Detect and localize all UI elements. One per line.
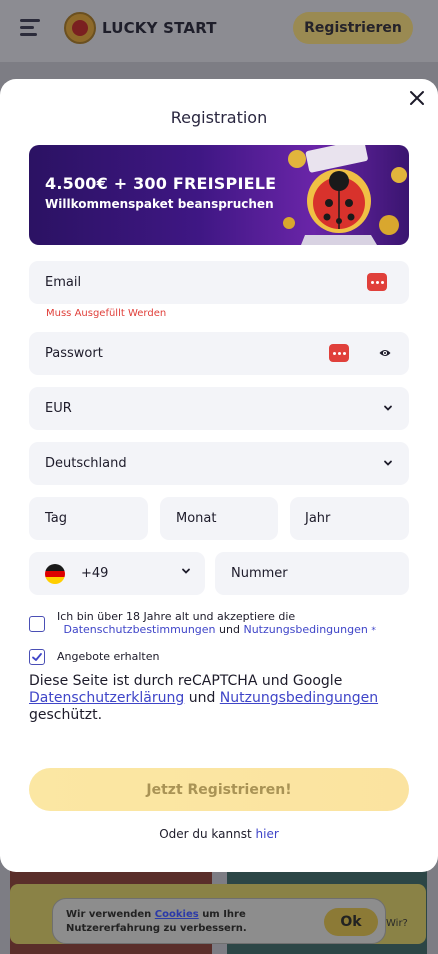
password-placeholder: Passwort bbox=[45, 346, 103, 361]
privacy-policy-link[interactable]: Datenschutzbestimmungen bbox=[64, 623, 216, 636]
terms-label: Ich bin über 18 Jahre alt und akzeptiere… bbox=[57, 610, 296, 623]
recaptcha-prefix: Diese Seite ist durch reCAPTCHA und Goog… bbox=[29, 673, 343, 689]
registration-modal: Registration 4.500€ + 300 FREISPIELE Wil… bbox=[0, 79, 438, 872]
cookie-link[interactable]: Cookies bbox=[155, 909, 199, 920]
logo-ladybug-icon bbox=[64, 12, 96, 44]
password-manager-icon[interactable] bbox=[329, 344, 349, 362]
birth-year-placeholder: Jahr bbox=[305, 511, 331, 526]
germany-flag-icon bbox=[45, 564, 65, 584]
terms-text: Ich bin über 18 Jahre alt und akzeptiere… bbox=[57, 610, 407, 638]
cookie-text-before: Wir verwenden bbox=[66, 909, 152, 920]
welcome-banner[interactable]: 4.500€ + 300 FREISPIELE Willkommenspaket… bbox=[29, 145, 409, 245]
birth-year-field[interactable]: Jahr bbox=[290, 497, 409, 540]
chevron-down-icon bbox=[384, 405, 392, 411]
recaptcha-and: und bbox=[188, 690, 216, 706]
checkmark-icon bbox=[32, 653, 42, 661]
birth-day-placeholder: Tag bbox=[45, 511, 68, 526]
chevron-down-icon bbox=[182, 568, 190, 574]
cookie-side-text: Wir? bbox=[386, 918, 408, 929]
banner-ladybug-art bbox=[283, 145, 407, 245]
email-error: Muss Ausgefüllt Werden bbox=[46, 308, 167, 319]
password-field[interactable]: Passwort bbox=[29, 332, 409, 375]
offers-label: Angebote erhalten bbox=[57, 650, 160, 663]
eye-icon[interactable] bbox=[379, 348, 391, 358]
birth-month-field[interactable]: Monat bbox=[160, 497, 278, 540]
terms-and: und bbox=[219, 623, 240, 636]
top-bar: LUCKY START Registrieren bbox=[0, 0, 438, 62]
google-privacy-link[interactable]: Datenschutzerklärung bbox=[29, 690, 184, 706]
alternative-line: Oder du kannst hier bbox=[0, 827, 438, 841]
close-icon[interactable] bbox=[408, 89, 426, 107]
birth-month-placeholder: Monat bbox=[176, 511, 217, 526]
modal-title: Registration bbox=[170, 108, 268, 127]
currency-value: EUR bbox=[45, 401, 72, 416]
banner-title: 4.500€ + 300 FREISPIELE bbox=[45, 174, 277, 193]
cookie-text: Wir verwenden Cookies um Ihre Nutzererfa… bbox=[66, 908, 256, 936]
recaptcha-note: Diese Seite ist durch reCAPTCHA und Goog… bbox=[29, 673, 409, 724]
birth-day-field[interactable]: Tag bbox=[29, 497, 148, 540]
cookie-ok-button[interactable]: Ok bbox=[324, 908, 378, 936]
country-select[interactable]: Deutschland bbox=[29, 442, 409, 485]
alternative-text: Oder du kannst bbox=[159, 827, 252, 841]
terms-of-use-link[interactable]: Nutzungsbedingungen bbox=[243, 623, 367, 636]
banner-subtitle: Willkommenspaket beanspruchen bbox=[45, 197, 274, 211]
required-mark: * bbox=[371, 626, 376, 636]
country-value: Deutschland bbox=[45, 456, 127, 471]
currency-select[interactable]: EUR bbox=[29, 387, 409, 430]
offers-checkbox[interactable] bbox=[29, 649, 45, 665]
email-placeholder: Email bbox=[45, 275, 82, 290]
logo-text: LUCKY START bbox=[102, 19, 217, 37]
chevron-down-icon bbox=[384, 460, 392, 466]
phone-code-value: +49 bbox=[81, 566, 109, 581]
submit-register-button[interactable]: Jetzt Registrieren! bbox=[29, 768, 409, 811]
phone-code-select[interactable]: +49 bbox=[29, 552, 205, 595]
terms-checkbox[interactable] bbox=[29, 616, 45, 632]
google-terms-link[interactable]: Nutzungsbedingungen bbox=[220, 690, 378, 706]
register-button-header[interactable]: Registrieren bbox=[293, 12, 413, 44]
email-field[interactable]: Email bbox=[29, 261, 409, 304]
alternative-link[interactable]: hier bbox=[256, 827, 279, 841]
password-manager-icon[interactable] bbox=[367, 273, 387, 291]
phone-number-field[interactable]: Nummer bbox=[215, 552, 409, 595]
logo[interactable]: LUCKY START bbox=[64, 12, 217, 44]
menu-icon[interactable] bbox=[20, 19, 40, 36]
phone-number-placeholder: Nummer bbox=[231, 566, 288, 581]
recaptcha-suffix: geschützt. bbox=[29, 707, 103, 723]
